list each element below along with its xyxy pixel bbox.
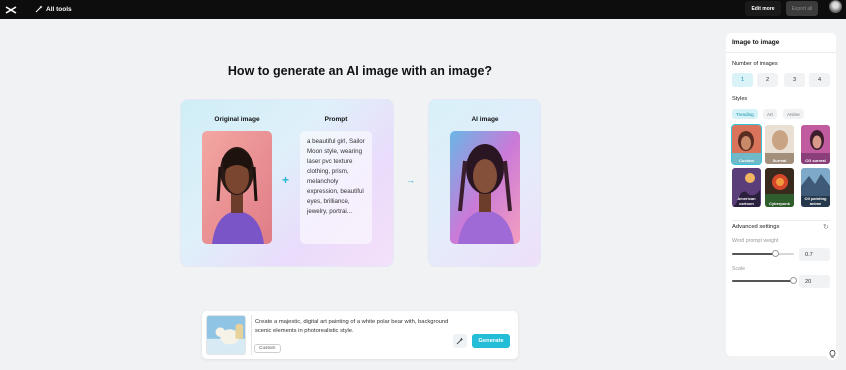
edit-more-button[interactable]: Edit more: [745, 1, 781, 16]
prompt-input[interactable]: Create a majestic, digital art painting …: [255, 318, 455, 335]
tab-anime[interactable]: Anime: [783, 109, 804, 119]
export-all-button[interactable]: Export all: [786, 1, 818, 16]
divider: [732, 220, 830, 221]
style-name: CG surreal: [805, 157, 826, 163]
tab-trending[interactable]: Trending: [732, 109, 758, 119]
original-image: [202, 131, 272, 244]
ai-image: [450, 131, 520, 244]
style-chip[interactable]: Custom: [254, 344, 281, 353]
top-bar: All tools Edit more Export all: [0, 0, 846, 19]
page-heading: How to generate an AI image with an imag…: [227, 64, 493, 78]
style-name: Oil painting anime: [804, 196, 827, 206]
all-tools-button[interactable]: All tools: [35, 2, 72, 16]
scale-slider[interactable]: [732, 280, 794, 282]
style-name: Cyberpunk: [769, 200, 790, 206]
arrow-right-icon: →: [406, 175, 415, 185]
style-name: Surreal: [772, 157, 787, 163]
style-name: Custom: [739, 157, 754, 163]
word-weight-slider[interactable]: [732, 253, 794, 255]
style-tile-cg-surreal[interactable]: CG surreal: [801, 125, 830, 164]
divider: [726, 52, 836, 53]
divider: [251, 315, 252, 355]
word-weight-slider-handle[interactable]: [772, 250, 779, 257]
style-tile-custom[interactable]: Custom: [731, 124, 762, 165]
number-of-images-label: Number of images: [732, 61, 778, 67]
user-avatar[interactable]: [829, 0, 842, 13]
number-option-1[interactable]: 1: [732, 73, 753, 87]
original-image-label: Original image: [214, 116, 260, 123]
tab-art[interactable]: Art: [763, 109, 777, 119]
advanced-settings-label: Advanced settings: [732, 224, 780, 230]
style-name: American cartoon: [737, 196, 756, 206]
magic-wand-icon: [35, 5, 43, 13]
panel-title: Image to image: [732, 39, 780, 46]
prompt-label: Prompt: [324, 116, 348, 123]
style-tile-american-cartoon[interactable]: American cartoon: [732, 168, 761, 207]
styles-label: Styles: [732, 96, 748, 102]
style-tile-oil-painting-anime[interactable]: Oil painting anime: [801, 168, 830, 207]
style-tile-surreal[interactable]: Surreal: [765, 125, 794, 164]
scale-slider-handle[interactable]: [790, 277, 797, 284]
style-tile-cyberpunk[interactable]: Cyberpunk: [765, 168, 794, 207]
all-tools-label: All tools: [46, 5, 72, 13]
settings-panel: Image to image Number of images 1 2 3 4 …: [726, 33, 836, 356]
sparkle-icon: [456, 337, 464, 345]
uploaded-image-thumbnail[interactable]: [206, 315, 246, 355]
number-option-3[interactable]: 3: [784, 73, 805, 87]
help-button[interactable]: [826, 348, 838, 360]
generate-button[interactable]: Generate: [472, 334, 510, 348]
scale-label: Scale: [732, 266, 745, 272]
prompt-text: a beautiful girl, Sailor Moon style, wea…: [300, 131, 372, 244]
word-weight-value[interactable]: 0.7: [799, 248, 830, 261]
capcut-logo-icon[interactable]: [5, 3, 17, 15]
word-weight-label: Word prompt weight: [732, 238, 779, 244]
scale-value[interactable]: 20: [799, 275, 830, 288]
lightbulb-icon: [829, 350, 835, 358]
plus-icon: +: [282, 173, 290, 187]
number-option-2[interactable]: 2: [757, 73, 778, 87]
ai-image-label: AI image: [471, 116, 499, 123]
reset-icon[interactable]: ↻: [823, 223, 829, 231]
number-option-4[interactable]: 4: [809, 73, 830, 87]
prompt-bar: Create a majestic, digital art painting …: [202, 311, 518, 359]
magic-prompt-button[interactable]: [453, 334, 467, 348]
